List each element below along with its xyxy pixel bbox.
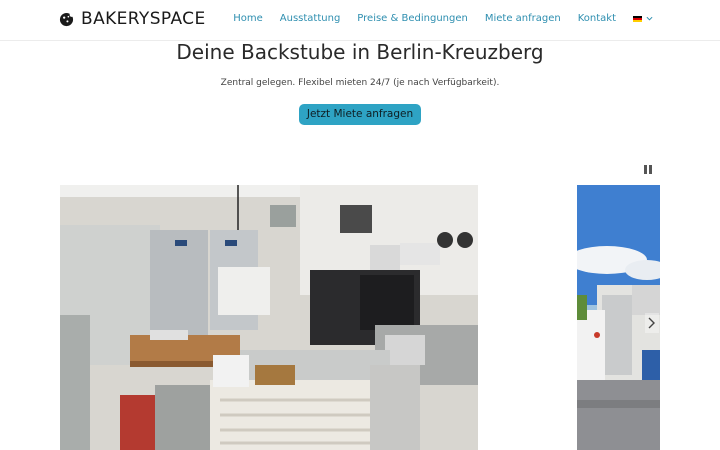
nav-kontakt[interactable]: Kontakt: [578, 13, 616, 24]
cookie-icon: [59, 12, 74, 26]
chevron-right-icon[interactable]: [645, 313, 659, 333]
building-exterior-photo[interactable]: [577, 185, 660, 450]
chevron-down-icon: [646, 16, 653, 21]
de-flag-icon: [633, 15, 642, 22]
pause-icon[interactable]: [644, 165, 654, 175]
logo-text: BAKERYSPACE: [81, 9, 206, 29]
nav-home[interactable]: Home: [233, 13, 263, 24]
page-title: Deine Backstube in Berlin-Kreuzberg: [176, 40, 544, 64]
site-header: BAKERYSPACE Home Ausstattung Preise & Be…: [0, 0, 720, 41]
nav-miete-anfragen[interactable]: Miete anfragen: [485, 13, 561, 24]
request-rent-button[interactable]: Jetzt Miete anfragen: [299, 104, 421, 125]
main-nav: Home Ausstattung Preise & Bedingungen Mi…: [233, 13, 653, 24]
nav-ausstattung[interactable]: Ausstattung: [280, 13, 341, 24]
logo[interactable]: BAKERYSPACE: [59, 9, 206, 29]
nav-preise[interactable]: Preise & Bedingungen: [357, 13, 468, 24]
bakery-kitchen-illustration: [60, 185, 478, 450]
language-switcher[interactable]: [633, 15, 653, 22]
bakery-kitchen-photo[interactable]: [60, 185, 478, 450]
hero-subtitle: Zentral gelegen. Flexibel mieten 24/7 (j…: [220, 78, 500, 88]
